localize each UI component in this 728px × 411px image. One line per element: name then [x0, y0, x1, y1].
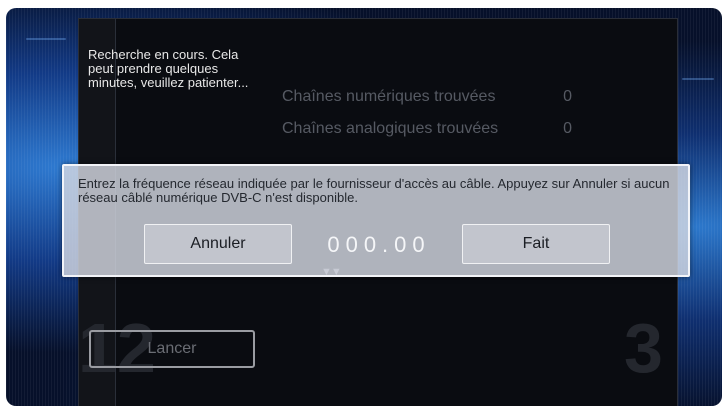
frequency-input[interactable]: 000.00	[326, 230, 432, 260]
search-status-text: Recherche en cours. Cela peut prendre qu…	[88, 47, 249, 90]
analog-channels-row: Chaînes analogiques trouvées 0	[282, 120, 572, 138]
step-number-right: 3	[624, 309, 663, 387]
digital-channels-row: Chaînes numériques trouvées 0	[282, 88, 572, 106]
light-streak	[26, 38, 66, 40]
cancel-button[interactable]: Annuler	[144, 224, 292, 264]
light-streak	[682, 78, 714, 80]
analog-channels-label: Chaînes analogiques trouvées	[282, 120, 499, 137]
done-button[interactable]: Fait	[462, 224, 610, 264]
digital-channels-count: 0	[563, 88, 572, 105]
tv-screen: Recherche en cours. Cela peut prendre qu…	[6, 8, 722, 406]
analog-channels-count: 0	[563, 120, 572, 137]
frequency-dialog: Entrez la fréquence réseau indiquée par …	[62, 164, 690, 277]
dialog-message: Entrez la fréquence réseau indiquée par …	[78, 176, 670, 205]
digital-channels-label: Chaînes numériques trouvées	[282, 88, 496, 105]
start-button[interactable]: Lancer	[89, 330, 255, 368]
